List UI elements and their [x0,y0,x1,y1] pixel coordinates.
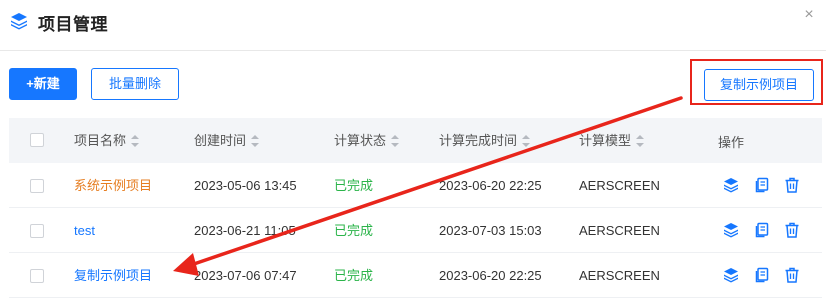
row-checkbox[interactable] [30,179,44,193]
sort-icon[interactable] [636,134,645,147]
finished-time: 2023-07-03 15:03 [439,223,542,238]
table-row: 系统示例项目 2023-05-06 13:45 已完成 2023-06-20 2… [9,163,822,208]
column-header-actions: 操作 [718,135,745,150]
dialog-header: 项目管理 × [0,0,826,51]
column-header-created[interactable]: 创建时间 [194,118,260,163]
calc-model: AERSCREEN [579,178,660,193]
created-time: 2023-05-06 13:45 [194,178,297,193]
trash-icon[interactable] [784,267,800,283]
batch-delete-button[interactable]: 批量删除 [91,68,179,100]
project-name-link[interactable]: 系统示例项目 [74,163,152,208]
layers-icon[interactable] [723,222,739,238]
copy-icon[interactable] [754,267,770,283]
project-name-link[interactable]: test [74,208,95,253]
close-icon[interactable]: × [800,6,818,24]
select-all-checkbox[interactable] [30,133,44,147]
trash-icon[interactable] [784,222,800,238]
sort-icon[interactable] [522,134,531,147]
calc-model: AERSCREEN [579,268,660,283]
layers-icon[interactable] [723,267,739,283]
project-name-link[interactable]: 复制示例项目 [74,253,152,298]
calc-model: AERSCREEN [579,223,660,238]
new-project-button[interactable]: +新建 [9,68,77,100]
column-header-model[interactable]: 计算模型 [579,118,645,163]
status-badge: 已完成 [334,178,374,193]
created-time: 2023-06-21 11:05 [194,223,296,238]
table-header: 项目名称 创建时间 计算状态 计算完成时间 计算模型 操作 [9,118,822,163]
copy-icon[interactable] [754,177,770,193]
layers-icon [11,13,27,30]
table-row: 复制示例项目 2023-07-06 07:47 已完成 2023-06-20 2… [9,253,822,298]
finished-time: 2023-06-20 22:25 [439,178,542,193]
created-time: 2023-07-06 07:47 [194,268,297,283]
column-header-name[interactable]: 项目名称 [74,118,140,163]
layers-icon[interactable] [723,177,739,193]
row-checkbox[interactable] [30,224,44,238]
status-badge: 已完成 [334,223,374,238]
copy-icon[interactable] [754,222,770,238]
row-checkbox[interactable] [30,269,44,283]
table-row: test 2023-06-21 11:05 已完成 2023-07-03 15:… [9,208,822,253]
sort-icon[interactable] [131,134,140,147]
column-header-status[interactable]: 计算状态 [334,118,400,163]
copy-example-project-button[interactable]: 复制示例项目 [704,69,814,101]
dialog-title: 项目管理 [38,15,108,34]
sort-icon[interactable] [391,134,400,147]
status-badge: 已完成 [334,268,374,283]
trash-icon[interactable] [784,177,800,193]
sort-icon[interactable] [251,134,260,147]
column-header-finished[interactable]: 计算完成时间 [439,118,531,163]
finished-time: 2023-06-20 22:25 [439,268,542,283]
